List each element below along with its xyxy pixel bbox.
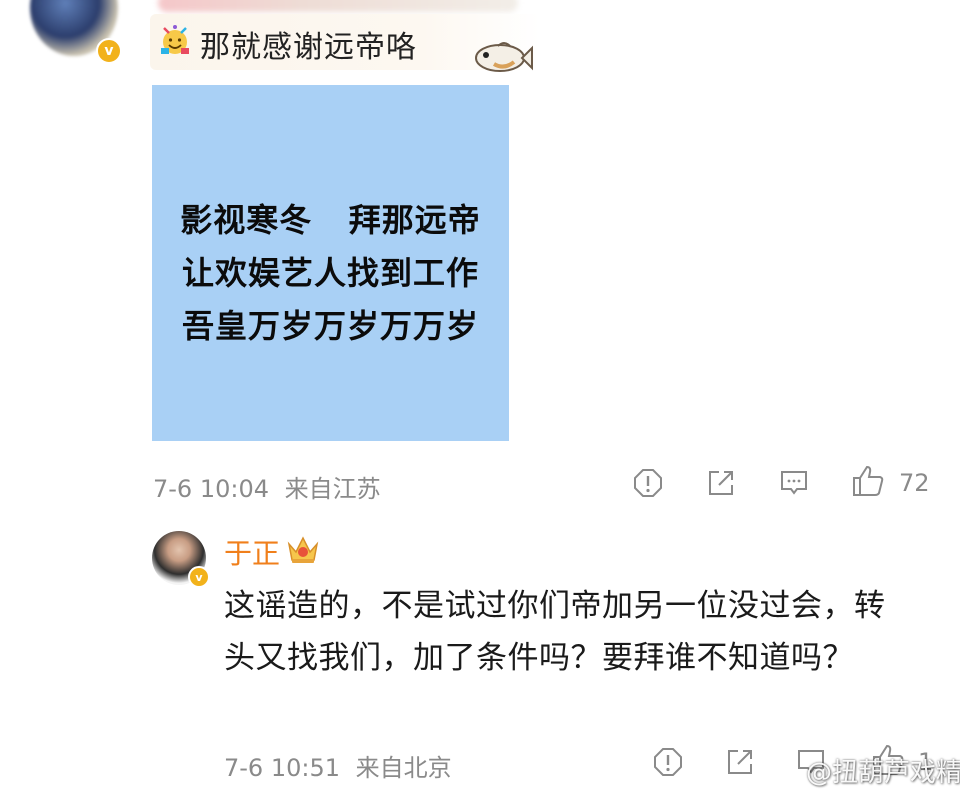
report-icon xyxy=(654,748,682,776)
thumbs-up-icon xyxy=(853,465,884,496)
reply-location: 来自北京 xyxy=(355,754,452,782)
like-count: 72 xyxy=(899,469,930,497)
comment-feed: v 那就感谢远帝咯 影视寒冬 拜那远帝 让欢娱艺人找到工作 吾皇万岁万岁万万岁 … xyxy=(0,0,960,793)
reply-meta: 7-6 10:51 来自北京 xyxy=(224,748,452,783)
image-text-line-1: 影视寒冬 拜那远帝 xyxy=(180,201,481,239)
image-text-line-3: 吾皇万岁万岁万万岁 xyxy=(181,307,479,345)
reply-share-button[interactable] xyxy=(722,744,758,780)
comment-location: 来自江苏 xyxy=(284,475,381,503)
like-button[interactable] xyxy=(850,463,886,499)
reply-text: 这谣造的，不是试过你们帝加另一位没过会，转头又找我们，加了条件吗？要拜谁不知道吗… xyxy=(224,588,886,676)
verified-badge-icon: v xyxy=(188,566,210,588)
reply-button[interactable] xyxy=(776,465,812,501)
share-icon xyxy=(709,471,733,495)
image-text-line-2: 让欢娱艺人找到工作 xyxy=(181,254,479,292)
comment-meta: 7-6 10:04 来自江苏 xyxy=(153,469,381,504)
crown-badge-icon xyxy=(287,536,319,563)
reply-time: 7-6 10:51 xyxy=(224,754,340,782)
report-button[interactable] xyxy=(630,465,666,501)
reply-author-name[interactable]: 于正 xyxy=(224,532,280,572)
comment-time: 7-6 10:04 xyxy=(153,475,269,503)
reply-report-button[interactable] xyxy=(650,744,686,780)
comment-text: 那就感谢远帝咯 xyxy=(200,30,417,65)
party-emoji-icon xyxy=(161,25,189,54)
watermark: @扭葫芦戏精 xyxy=(806,758,960,788)
share-icon xyxy=(728,750,752,774)
report-icon xyxy=(634,469,662,497)
comment-image[interactable]: 影视寒冬 拜那远帝 让欢娱艺人找到工作 吾皇万岁万岁万万岁 xyxy=(152,85,509,441)
commenter-name-blurred[interactable] xyxy=(158,0,518,12)
verified-badge-icon: v xyxy=(96,38,122,64)
share-button[interactable] xyxy=(703,465,739,501)
fish-sticker-icon xyxy=(475,42,533,72)
comment-icon xyxy=(781,471,807,495)
